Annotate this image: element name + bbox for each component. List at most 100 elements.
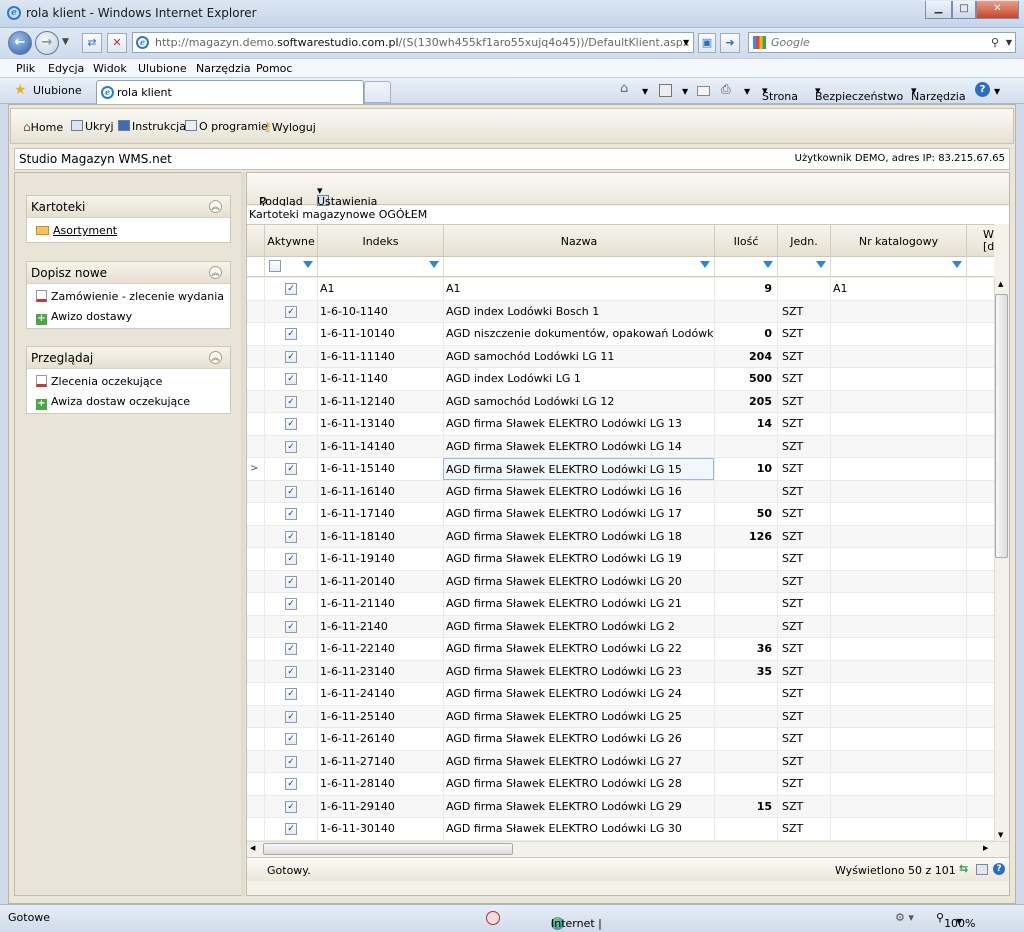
help-dropdown-icon[interactable]: ▼	[994, 87, 1000, 96]
filter-icon[interactable]	[952, 261, 962, 268]
vertical-scroll-thumb[interactable]	[995, 294, 1008, 558]
rss-compat-icon[interactable]: ▣	[698, 33, 716, 53]
compatibility-icon[interactable]: ⇄	[82, 33, 102, 53]
toolbar-home[interactable]: ⌂Home	[23, 120, 63, 134]
filter-icon[interactable]	[763, 261, 773, 268]
tab-rola-klient[interactable]: e rola klient	[96, 80, 364, 104]
search-icon[interactable]: ⚲	[991, 33, 999, 52]
filter-icon[interactable]	[700, 261, 710, 268]
active-checkbox[interactable]: ✓	[285, 800, 297, 813]
cmd-bezpieczenstwo[interactable]: Bezpieczeństwo ▾	[815, 84, 903, 103]
active-checkbox[interactable]: ✓	[285, 485, 297, 498]
filter-waga[interactable]	[966, 257, 994, 276]
sidebar-item-awiza-oczekujace[interactable]: + Awiza dostaw oczekujące	[36, 395, 190, 410]
scroll-right-icon[interactable]: ▶	[983, 844, 988, 852]
column-header-indeks[interactable]: Indeks	[317, 225, 443, 256]
mail-icon[interactable]	[697, 86, 710, 96]
table-row[interactable]: ✓ 1-6-11-14140 AGD firma Sławek ELEKTRO Lo…	[247, 435, 994, 458]
table-row[interactable]: ✓ A1 A1 9 A1	[247, 278, 994, 301]
menu-plik[interactable]: Plik	[16, 62, 35, 75]
help-icon[interactable]: ?	[975, 82, 990, 97]
sidebar-item-awizo-dostawy[interactable]: + Awizo dostawy	[36, 310, 132, 325]
table-row[interactable]: ✓ 1-6-11-25140 AGD firma Sławek ELEKTRO Lo…	[247, 705, 994, 728]
filter-checkbox[interactable]	[269, 260, 281, 272]
active-checkbox[interactable]: ✓	[285, 688, 297, 700]
refresh-icon[interactable]: ⇆	[959, 862, 968, 875]
toolbar-instrukcja[interactable]: Instrukcja	[118, 120, 186, 133]
sidebar-item-asortyment[interactable]: Asortyment	[36, 224, 117, 237]
print-icon[interactable]: ⎙	[721, 82, 731, 97]
panel-header[interactable]: Przeglądaj ︽	[27, 347, 230, 369]
search-dropdown-icon[interactable]: ▼	[1006, 33, 1012, 52]
filter-indeks[interactable]	[317, 257, 443, 276]
table-row[interactable]: ✓ 1-6-11-11140 AGD samochód Lodówki LG 11 2…	[247, 345, 994, 368]
menu-narzedzia[interactable]: Narzędzia	[196, 62, 251, 75]
table-row[interactable]: ✓ 1-6-11-12140 AGD samochód Lodówki LG 12 2…	[247, 390, 994, 413]
print-dropdown-icon[interactable]: ▼	[744, 87, 750, 96]
column-header-waga[interactable]: Waga [d	[966, 225, 994, 256]
active-checkbox[interactable]: ✓	[285, 553, 297, 565]
active-checkbox[interactable]: ✓	[285, 710, 297, 723]
home-dropdown-icon[interactable]: ▼	[642, 87, 648, 96]
table-row[interactable]: ✓ 1-6-11-23140 AGD firma Sławek ELEKTRO Lo…	[247, 660, 994, 683]
table-row[interactable]: ✓ 1-6-11-19140 AGD firma Sławek ELEKTRO Lo…	[247, 548, 994, 571]
protected-mode-icon[interactable]: ⚙ ▾	[895, 911, 914, 924]
collapse-icon[interactable]: ︽	[209, 266, 222, 279]
menu-edycja[interactable]: Edycja	[48, 62, 84, 75]
back-button[interactable]: ←	[8, 31, 32, 55]
active-checkbox[interactable]: ✓	[285, 665, 297, 678]
table-row[interactable]: ✓ 1-6-11-17140 AGD firma Sławek ELEKTRO Lo…	[247, 503, 994, 526]
table-row[interactable]: ✓ 1-6-10-1140 AGD index Lodówki Bosch 1 SZT	[247, 300, 994, 323]
collapse-icon[interactable]: ︽	[209, 351, 222, 364]
privacy-icon[interactable]	[486, 911, 500, 925]
active-checkbox[interactable]: ✓	[285, 508, 297, 520]
column-header-nazwa[interactable]: Nazwa	[443, 225, 714, 256]
zoom-control[interactable]: ⚲ 100% ▼	[936, 911, 976, 930]
sidebar-item-zamowienie[interactable]: Zamówienie - zlecenie wydania	[36, 290, 224, 303]
table-row[interactable]: ✓ 1-6-11-10140 AGD niszczenie dokumentów, …	[247, 323, 994, 346]
active-checkbox[interactable]: ✓	[285, 733, 297, 745]
active-checkbox[interactable]: ✓	[285, 598, 297, 610]
toolbar-o-programie[interactable]: O programie	[185, 120, 268, 133]
column-header-nr-katalogowy[interactable]: Nr katalogowy	[830, 225, 966, 256]
column-header-aktywne[interactable]: Aktywne	[264, 225, 317, 256]
table-row[interactable]: ✓ 1-6-11-1140 AGD index Lodówki LG 1 500 SZT	[247, 368, 994, 391]
address-bar[interactable]: e http://magazyn.demo.softwarestudio.com…	[132, 32, 694, 53]
active-checkbox[interactable]: ✓	[285, 530, 297, 543]
active-checkbox[interactable]: ✓	[285, 305, 297, 318]
menu-pomoc[interactable]: Pomoc	[256, 62, 292, 75]
toolbar-ukryj[interactable]: Ukryj	[71, 120, 114, 133]
table-row[interactable]: ✓ 1-6-11-22140 AGD firma Sławek ELEKTRO Lo…	[247, 638, 994, 661]
table-row[interactable]: ✓ 1-6-11-28140 AGD firma Sławek ELEKTRO Lo…	[247, 773, 994, 796]
home-icon[interactable]: ⌂	[620, 81, 628, 96]
filter-nazwa[interactable]	[443, 257, 714, 276]
table-row[interactable]: > ✓ 1-6-11-15140 AGD firma Sławek ELEKTRO L…	[247, 458, 994, 481]
active-checkbox[interactable]: ✓	[285, 620, 297, 633]
favorites-button[interactable]: Ulubione	[33, 84, 82, 97]
menu-ulubione[interactable]: Ulubione	[138, 62, 187, 75]
export-icon[interactable]	[976, 864, 988, 875]
horizontal-scroll-thumb[interactable]	[263, 843, 513, 855]
filter-ilosc[interactable]	[714, 257, 777, 276]
filter-nr-katalogowy[interactable]	[830, 257, 966, 276]
table-row[interactable]: ✓ 1-6-11-30140 AGD firma Sławek ELEKTRO Lo…	[247, 818, 994, 841]
maximize-button[interactable]: □	[952, 1, 976, 19]
favorites-star-icon[interactable]: ★	[14, 82, 27, 98]
active-checkbox[interactable]: ✓	[285, 575, 297, 588]
table-row[interactable]: ✓ 1-6-11-13140 AGD firma Sławek ELEKTRO Lo…	[247, 413, 994, 436]
forward-button[interactable]: →	[35, 31, 59, 55]
feeds-dropdown-icon[interactable]: ▼	[682, 87, 688, 96]
filter-jedn[interactable]	[777, 257, 830, 276]
active-checkbox[interactable]: ✓	[285, 350, 297, 363]
go-button[interactable]: ➜	[720, 33, 740, 53]
new-tab-button[interactable]	[364, 81, 391, 103]
scroll-down-icon[interactable]: ▼	[998, 831, 1003, 839]
panel-header[interactable]: Dopisz nowe ︽	[27, 262, 230, 284]
collapse-icon[interactable]: ︽	[209, 200, 222, 213]
sidebar-item-zlecenia-oczekujace[interactable]: Zlecenia oczekujące	[36, 375, 162, 388]
table-row[interactable]: ✓ 1-6-11-16140 AGD firma Sławek ELEKTRO Lo…	[247, 480, 994, 503]
history-dropdown-icon[interactable]: ▼	[62, 37, 69, 47]
table-row[interactable]: ✓ 1-6-11-24140 AGD firma Sławek ELEKTRO Lo…	[247, 683, 994, 706]
settings-button[interactable]: Ustawienia ▾	[317, 184, 377, 208]
splitter[interactable]	[241, 172, 245, 896]
